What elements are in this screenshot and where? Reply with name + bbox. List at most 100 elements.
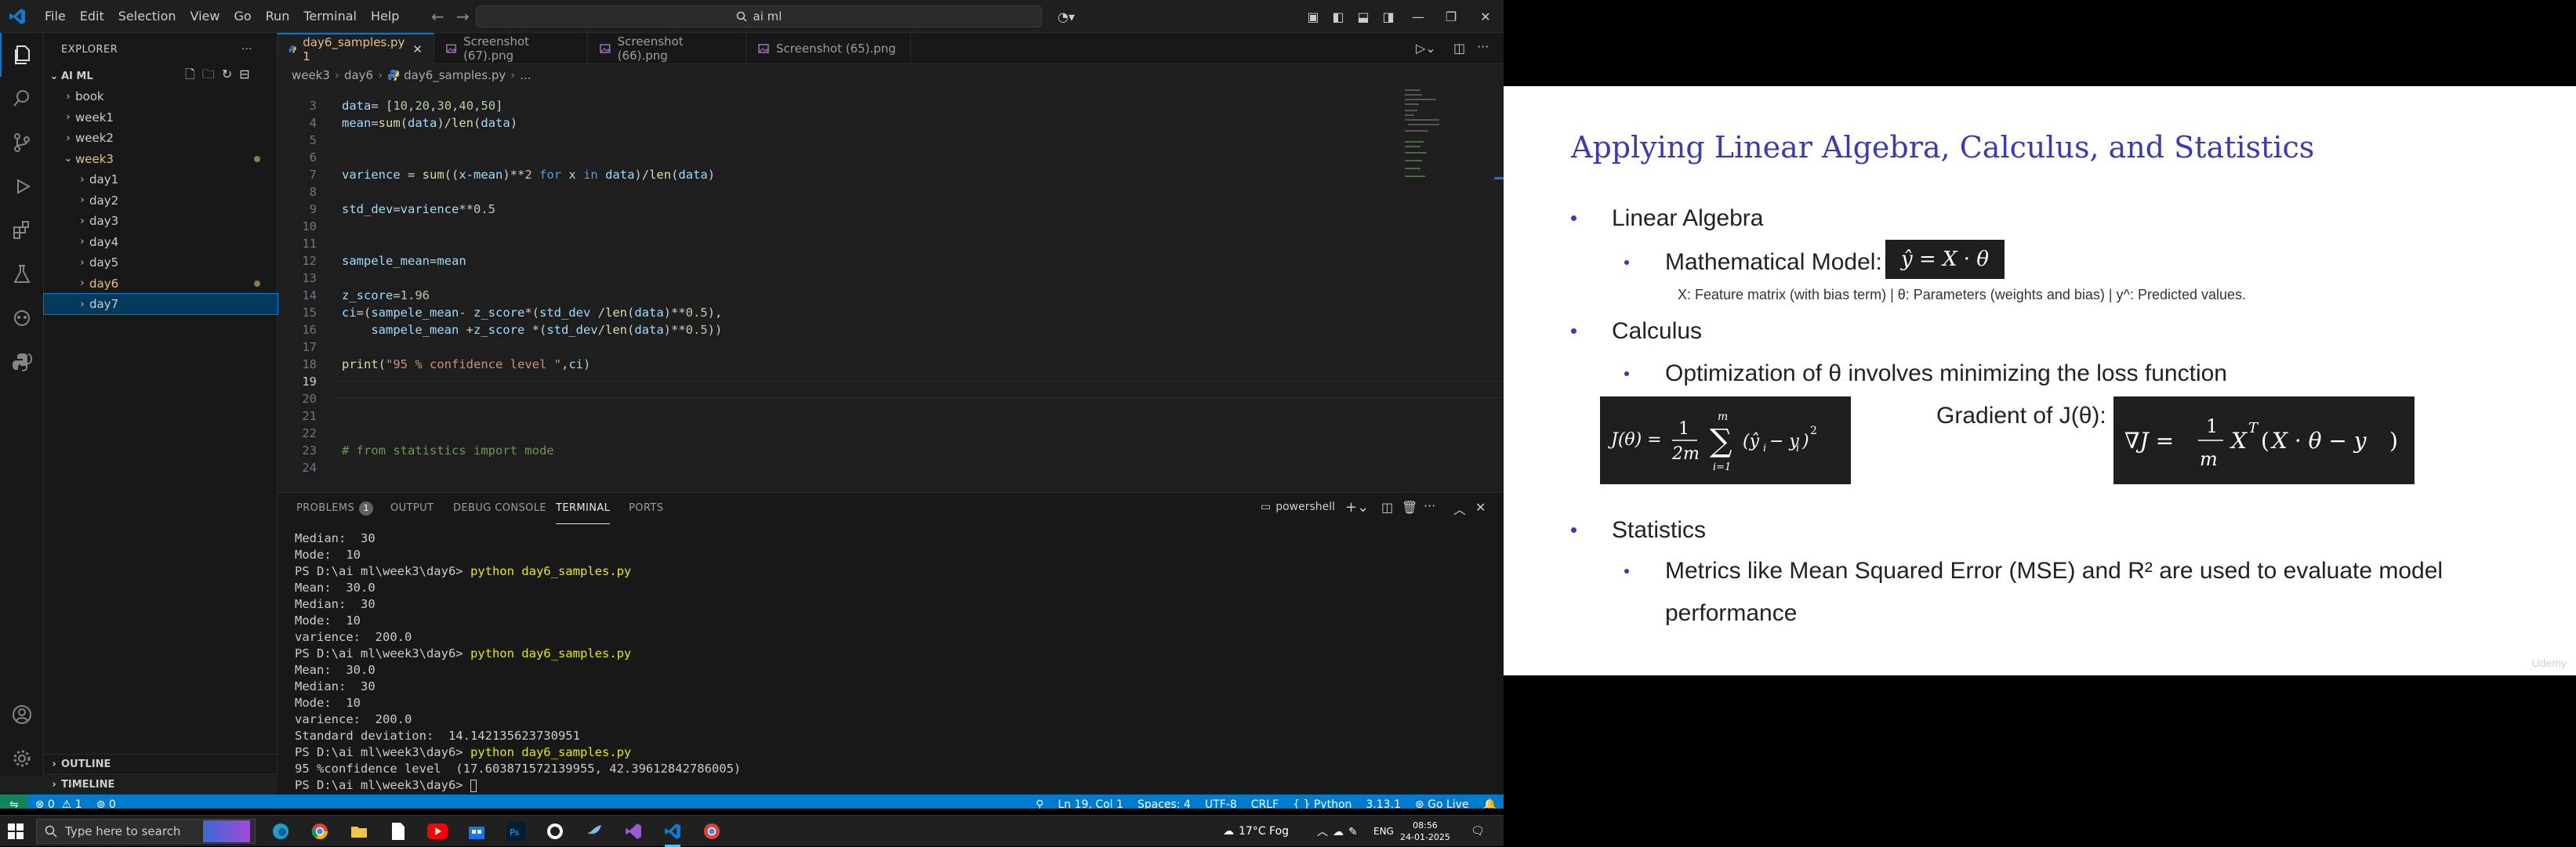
tab-screenshot-65[interactable]: Screenshot (65).png [746,33,911,64]
photoshop-icon[interactable]: Ps [505,820,527,842]
visual-studio-icon[interactable] [622,820,644,842]
menu-terminal[interactable]: Terminal [296,0,364,33]
tree-item-day5[interactable]: › day5 [44,252,278,273]
breadcrumb-file[interactable]: day6_samples.py [404,68,506,82]
editor-scrollbar[interactable] [1493,86,1504,494]
python-version[interactable]: 3.13.1 [1359,798,1408,809]
tab-screenshot-66[interactable]: Screenshot (66).png [588,33,746,64]
forward-arrow-icon[interactable]: → [456,7,470,26]
cursor-position[interactable]: Ln 19, Col 1 [1051,798,1130,809]
trash-icon[interactable]: 🗑 [1402,500,1417,515]
tree-item-day1[interactable]: › day1 [44,169,278,190]
end-of-line[interactable]: CRLF [1244,798,1286,809]
code-line-23[interactable]: # from statistics import mode [342,443,554,458]
app-bird-icon[interactable] [583,820,605,842]
explorer-actions[interactable]: 🗋🗀↻⊟ [185,66,257,87]
tree-item-day7[interactable]: › day7 [43,293,278,315]
menu-run[interactable]: Run [259,0,297,33]
panel-tab-debug-console[interactable]: DEBUG CONSOLE [453,493,546,524]
new-terminal-icon[interactable]: +⌄ [1345,499,1369,516]
remote-indicator-icon[interactable]: ⇋ [0,795,28,809]
copilot-chat-icon[interactable] [0,296,44,340]
notification-center-icon[interactable]: 🗨 [1471,816,1485,847]
copilot-icon[interactable]: ◔▾ [1050,0,1082,33]
code-line-9[interactable]: std_dev=varience**0.5 [342,202,495,216]
code-line-14[interactable]: z_score=1.96 [342,288,430,302]
command-center-search[interactable]: ai ml [476,5,1042,27]
code-line-7[interactable]: varience = sum((x-mean)**2 for x in data… [342,168,715,182]
layout-customize-icon[interactable]: ▣ [1301,0,1325,33]
breadcrumb-week3[interactable]: week3 [292,68,330,82]
tree-item-week3[interactable]: ⌄ week3 [44,149,278,169]
tab-screenshot-67[interactable]: Screenshot (67).png [434,33,588,64]
vscode-taskbar-icon[interactable] [662,820,684,847]
ports-status[interactable]: ⊚ 0 [89,798,123,809]
go-live-button[interactable]: ⊛ Go Live [1408,798,1476,809]
code-line-3[interactable]: data= [10,20,30,40,50] [342,99,503,113]
zoom-icon[interactable]: ⚲ [1029,798,1050,809]
encoding[interactable]: UTF-8 [1198,798,1244,809]
edge-icon[interactable] [270,820,292,842]
terminal-output[interactable]: Median: 30 Mode: 10 PS D:\ai ml\week3\day6… [295,530,741,794]
system-tray-icons[interactable]: ︿☁✎ [1317,816,1362,847]
workspace-root[interactable]: ⌄ AI ML 🗋🗀↻⊟ [44,66,278,86]
toggle-panel-icon[interactable]: ⬓ [1351,0,1375,33]
split-editor-icon[interactable]: ◫ [1453,41,1465,56]
terminal-instance[interactable]: ▭ powershell [1261,501,1335,513]
menu-edit[interactable]: Edit [73,0,111,33]
menu-file[interactable]: File [38,0,73,33]
clock[interactable]: 08:56 24-01-2025 [1400,816,1450,847]
close-tab-icon[interactable]: ✕ [412,42,423,56]
code-line-18[interactable]: print("95 % confidence level ",ci) [342,357,590,371]
tree-item-week1[interactable]: › week1 [44,107,278,128]
toggle-secondary-sidebar-icon[interactable]: ◨ [1377,0,1400,33]
code-editor[interactable]: 3 4 5 6 7 8 9 10 11 12 13 14 15 16 17 18 19 20 21 22 23 24 da… [278,86,1504,494]
menu-selection[interactable]: Selection [111,0,183,33]
panel-tab-problems[interactable]: PROBLEMS 1 [296,493,374,524]
more-actions-icon[interactable]: ··· [241,44,252,56]
github-icon[interactable] [544,820,566,842]
tree-item-day6[interactable]: › day6 [44,273,278,294]
accounts-icon[interactable] [0,693,44,737]
explorer-icon[interactable] [0,33,44,77]
restore-icon[interactable]: ❐ [1435,0,1468,33]
code-line-15[interactable]: ci=(sampele_mean- z_score*(std_dev /len(… [342,306,722,320]
menu-help[interactable]: Help [364,0,406,33]
code-line-4[interactable]: mean=sum(data)/len(data) [342,116,517,130]
chrome-icon[interactable] [309,820,331,842]
extensions-icon[interactable] [0,208,44,252]
indentation[interactable]: Spaces: 4 [1130,798,1198,809]
breadcrumb-day6[interactable]: day6 [344,68,373,82]
manage-gear-icon[interactable] [0,737,44,780]
windows-start-icon[interactable] [8,823,24,839]
run-file-icon[interactable]: ▷⌄ [1416,41,1436,56]
toggle-sidebar-icon[interactable]: ◧ [1326,0,1350,33]
breadcrumb-symbol[interactable]: ... [520,68,531,82]
search-view-icon[interactable] [0,77,44,121]
back-arrow-icon[interactable]: ← [431,7,444,26]
source-control-icon[interactable] [0,121,44,165]
taskbar-search-box[interactable]: Type here to search [36,819,256,844]
panel-tab-terminal[interactable]: TERMINAL [556,493,611,524]
problems-status[interactable]: ⊗ 0 ⚠ 1 [28,798,89,809]
code-line-16[interactable]: sampele_mean +z_score *(std_dev/len(data… [342,323,722,337]
weather-widget[interactable]: ☁ 17°C Fog [1223,816,1289,847]
minimize-icon[interactable]: — [1402,0,1435,33]
split-terminal-icon[interactable]: ◫ [1381,500,1393,515]
notifications-bell-icon[interactable]: 🔔 [1476,798,1504,809]
minimap[interactable] [1402,86,1491,212]
panel-tab-output[interactable]: OUTPUT [390,493,434,524]
editor-more-icon[interactable]: ··· [1477,39,1489,54]
document-icon[interactable] [387,820,409,842]
tree-item-day4[interactable]: › day4 [44,232,278,252]
menu-view[interactable]: View [183,0,227,33]
language-mode[interactable]: { } Python [1286,798,1359,809]
run-debug-icon[interactable] [0,165,44,208]
chrome-profile-icon[interactable] [701,820,723,842]
panel-more-icon[interactable]: ··· [1424,498,1435,513]
tree-item-day2[interactable]: › day2 [44,190,278,211]
close-panel-icon[interactable]: ✕ [1475,500,1486,515]
language-indicator[interactable]: ENG [1373,816,1394,847]
python-icon[interactable] [0,340,44,384]
menu-go[interactable]: Go [227,0,258,33]
